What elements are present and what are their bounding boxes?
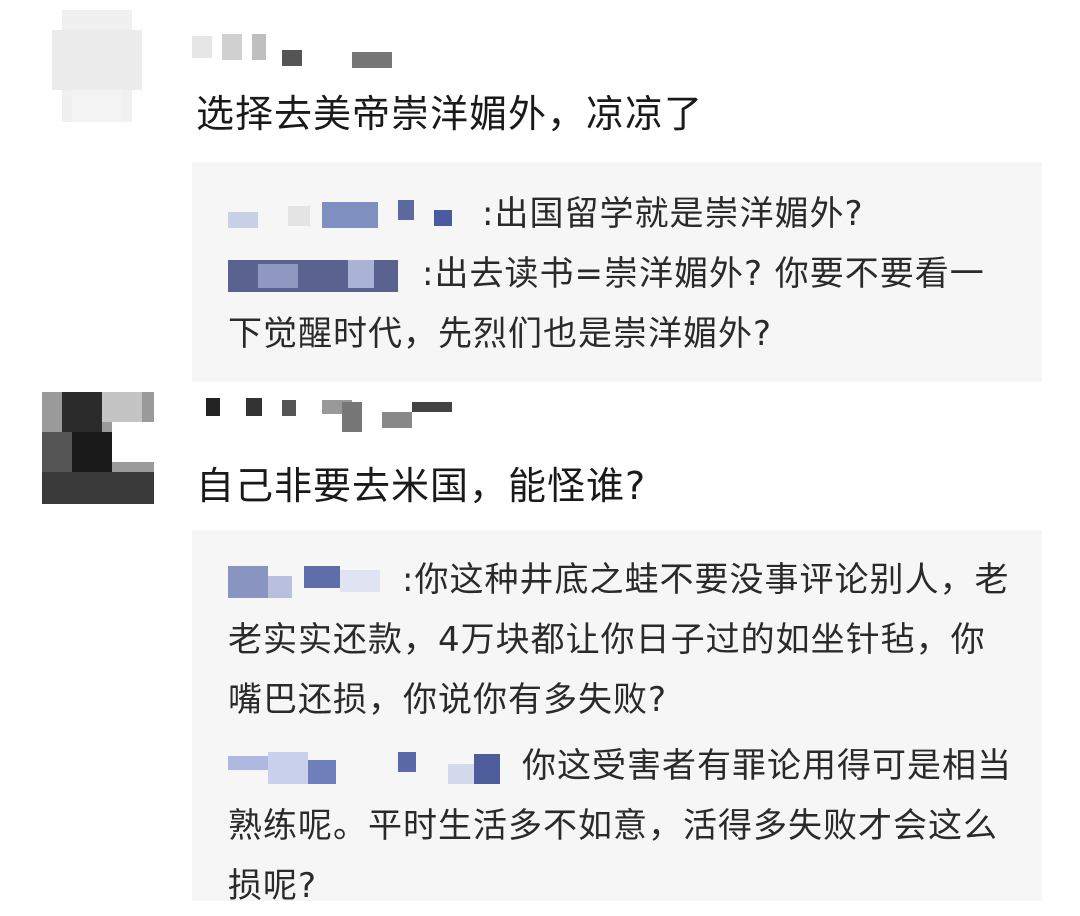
comment-text: 自己非要去米国，能怪谁? [196, 464, 647, 508]
reply-box: :你这种井底之蛙不要没事评论别人，老老实实还款，4万块都让你日子过的如坐针毡，你… [192, 530, 1042, 906]
reply-item[interactable]: 你这受害者有罪论用得可是相当熟练呢。平时生活多不如意，活得多失败才会这么损呢? [228, 736, 1018, 916]
reply-username-blurred[interactable] [228, 565, 398, 598]
username-blurred[interactable] [192, 392, 452, 432]
avatar[interactable] [42, 10, 154, 122]
reply-username-blurred[interactable] [228, 259, 418, 292]
avatar[interactable] [42, 392, 154, 504]
reply-username-blurred[interactable] [228, 199, 478, 232]
reply-item[interactable]: :出国留学就是崇洋媚外? [228, 184, 1018, 244]
reply-separator: : [402, 560, 415, 600]
reply-separator: : [482, 194, 495, 234]
reply-item[interactable]: :你这种井底之蛙不要没事评论别人，老老实实还款，4万块都让你日子过的如坐针毡，你… [228, 550, 1018, 730]
reply-text: 出国留学就是崇洋媚外? [494, 194, 864, 234]
username-blurred[interactable] [192, 30, 402, 70]
reply-separator: : [422, 254, 435, 294]
reply-username-blurred[interactable] [228, 751, 518, 784]
reply-item[interactable]: :出去读书=崇洋媚外? 你要不要看一下觉醒时代，先烈们也是崇洋媚外? [228, 244, 1018, 364]
comment-text: 选择去美帝崇洋媚外，凉凉了 [196, 92, 704, 136]
reply-box: :出国留学就是崇洋媚外? :出去读书=崇洋媚外? 你要不要看一下觉醒时代，先烈们… [192, 162, 1042, 382]
